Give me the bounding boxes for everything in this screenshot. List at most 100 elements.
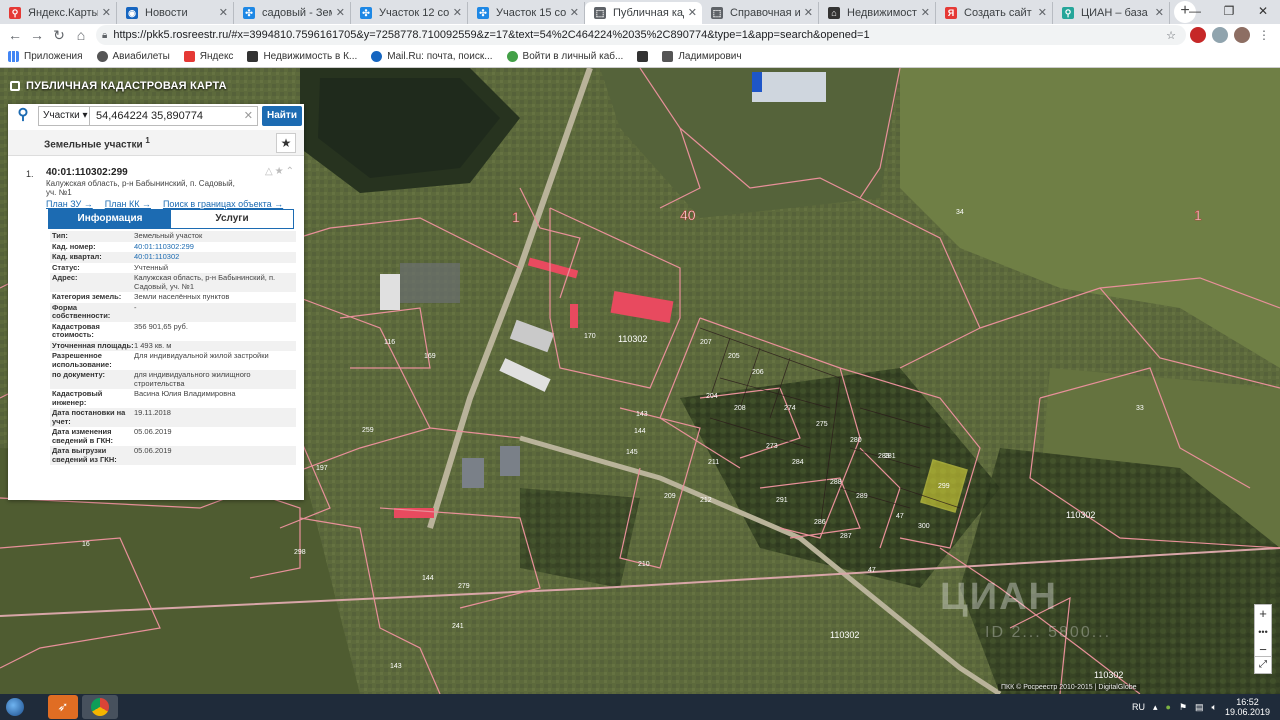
- tray-chevron-icon[interactable]: ▴: [1153, 702, 1158, 713]
- browser-tab[interactable]: ⬚ Публичная кадастр ✕: [585, 2, 702, 24]
- tab-close-icon[interactable]: ✕: [1155, 6, 1164, 19]
- parcel-label: 241: [452, 623, 464, 630]
- tab-title: Недвижимость в Ка: [847, 7, 917, 19]
- results-count: 1: [145, 136, 150, 145]
- flag-icon[interactable]: ⚑: [1179, 702, 1187, 713]
- browser-tab[interactable]: ⚲ Яндекс.Карты — вы ✕: [0, 2, 117, 24]
- tab-close-icon[interactable]: ✕: [921, 6, 930, 19]
- tab-close-icon[interactable]: ✕: [1038, 6, 1047, 19]
- tab-close-icon[interactable]: ✕: [804, 6, 813, 19]
- plan-kk-link[interactable]: План КК →: [105, 199, 151, 209]
- bookmark-star-icon[interactable]: ☆: [1166, 29, 1176, 42]
- network-icon[interactable]: ▤: [1195, 702, 1204, 713]
- star-icon[interactable]: ★: [275, 166, 286, 177]
- start-button[interactable]: [0, 694, 30, 720]
- results-title-text: Земельные участки: [44, 139, 143, 151]
- property-row: Тип: Земельный участок: [50, 231, 296, 242]
- bookmark-item[interactable]: Яндекс: [183, 51, 233, 62]
- tab-close-icon[interactable]: ✕: [336, 6, 345, 19]
- rocket-icon: ➶: [57, 699, 69, 714]
- bookmark-item[interactable]: Mail.Ru: почта, поиск...: [371, 51, 493, 62]
- minimize-icon[interactable]: —: [1178, 0, 1212, 24]
- extension-icon[interactable]: [1190, 27, 1206, 43]
- tab-close-icon[interactable]: ✕: [453, 6, 462, 19]
- taskbar-app[interactable]: ➶: [48, 695, 78, 719]
- parcel-label: 206: [752, 369, 764, 376]
- search-input[interactable]: 54,464224 35,890774 ✕: [90, 106, 258, 126]
- property-value[interactable]: 40:01:110302: [134, 252, 296, 262]
- browser-tab[interactable]: ⌂ Недвижимость в Ка ✕: [819, 2, 936, 24]
- result-number: 1.: [26, 169, 34, 179]
- close-window-icon[interactable]: ✕: [1246, 0, 1280, 24]
- tab-title: Публичная кадастр: [613, 7, 684, 19]
- parcel-label: 289: [856, 493, 868, 500]
- figure-icon: [662, 51, 674, 62]
- tab-information[interactable]: Информация: [49, 210, 171, 228]
- browser-tab[interactable]: ⬚ Справочная инфор ✕: [702, 2, 819, 24]
- bookmark-item[interactable]: Войти в личный каб...: [506, 51, 623, 62]
- zoom-fullscreen-button[interactable]: ⤢: [1254, 656, 1272, 674]
- result-actions: △★⌃: [265, 166, 296, 177]
- object-type-label: Участки: [43, 110, 80, 121]
- collapse-icon[interactable]: ⌃: [286, 166, 296, 177]
- browser-tab[interactable]: ◉ Новости ✕: [117, 2, 234, 24]
- parcel-label: 47: [896, 513, 904, 520]
- plan-zu-link[interactable]: План ЗУ →: [46, 199, 93, 209]
- mail-icon: [371, 51, 383, 62]
- bookmark-item[interactable]: [637, 51, 649, 62]
- map-title-text: ПУБЛИЧНАЯ КАДАСТРОВАЯ КАРТА: [26, 80, 227, 92]
- warning-icon[interactable]: △: [265, 166, 275, 177]
- tab-close-icon[interactable]: ✕: [102, 6, 111, 19]
- property-value: Учтенный: [134, 262, 169, 272]
- menu-icon[interactable]: ⋮: [1256, 27, 1272, 43]
- tab-favicon-icon: ✣: [360, 7, 372, 19]
- browser-tab[interactable]: ✣ Участок 12 сот. (ИЖ ✕: [351, 2, 468, 24]
- result-cad-number[interactable]: 40:01:110302:299: [46, 167, 128, 178]
- home-icon[interactable]: ⌂: [70, 27, 92, 43]
- bookmark-apps[interactable]: Приложения: [8, 51, 83, 62]
- favorite-star-icon[interactable]: ★: [276, 133, 296, 153]
- browser-tab[interactable]: ✣ садовый - Земельн ✕: [234, 2, 351, 24]
- extension-icon[interactable]: [1212, 27, 1228, 43]
- parcel-label: 34: [956, 209, 964, 216]
- window-controls: — ❐ ✕: [1178, 0, 1280, 24]
- tab-close-icon[interactable]: ✕: [570, 6, 579, 19]
- bookmark-item[interactable]: Авиабилеты: [96, 51, 170, 62]
- browser-tab[interactable]: Я Создать сайт недв ✕: [936, 2, 1053, 24]
- forward-icon[interactable]: →: [26, 27, 48, 43]
- tab-services[interactable]: Услуги: [171, 210, 293, 228]
- maximize-icon[interactable]: ❐: [1212, 0, 1246, 24]
- bookmark-item[interactable]: Недвижимость в К...: [247, 51, 357, 62]
- object-type-select[interactable]: Участки ▾: [38, 106, 90, 126]
- property-row: Кад. квартал: 40:01:110302: [50, 252, 296, 263]
- property-value[interactable]: 40:01:110302:299: [134, 242, 296, 252]
- tab-close-icon[interactable]: ✕: [688, 6, 697, 19]
- browser-tab[interactable]: ⚲ ЦИАН – база недв ✕: [1053, 2, 1170, 24]
- volume-icon[interactable]: 🔈︎: [1212, 702, 1217, 713]
- browser-tab[interactable]: ✣ Участок 15 сот. (ИЖ ✕: [468, 2, 585, 24]
- language-indicator[interactable]: RU: [1132, 702, 1145, 712]
- zoom-in-button[interactable]: +: [1255, 605, 1271, 623]
- search-panel: ⚲ Участки ▾ 54,464224 35,890774 ✕ Найти З…: [8, 104, 304, 500]
- reload-icon[interactable]: ↻: [48, 27, 70, 44]
- bookmark-item[interactable]: Ладимирович: [662, 51, 742, 62]
- parcel-label: 169: [424, 353, 436, 360]
- parcel-label: 208: [734, 405, 746, 412]
- search-icon[interactable]: ⚲: [8, 104, 38, 128]
- tab-close-icon[interactable]: ✕: [219, 6, 228, 19]
- search-within-link[interactable]: Поиск в границах объекта →: [163, 199, 283, 209]
- address-bar[interactable]: 🔒︎ https://pkk5.rosreestr.ru/#x=3994810.…: [96, 25, 1186, 45]
- profile-avatar[interactable]: [1234, 27, 1250, 43]
- taskbar-chrome[interactable]: [82, 695, 118, 719]
- property-value: 05.06.2019: [134, 427, 172, 436]
- result-address: Калужская область, р-н Бабынинский, п. С…: [46, 179, 235, 197]
- clock[interactable]: 16:52 19.06.2019: [1225, 697, 1270, 717]
- tray-app-icon[interactable]: ●: [1166, 702, 1171, 712]
- parcel-label: 110302: [618, 334, 647, 344]
- find-button[interactable]: Найти: [262, 106, 302, 126]
- parcel-label: 144: [634, 428, 646, 435]
- clear-icon[interactable]: ✕: [244, 107, 253, 125]
- property-value: для индивидуального жилищного строительс…: [134, 370, 251, 388]
- parcel-label: 207: [700, 339, 712, 346]
- back-icon[interactable]: ←: [4, 27, 26, 43]
